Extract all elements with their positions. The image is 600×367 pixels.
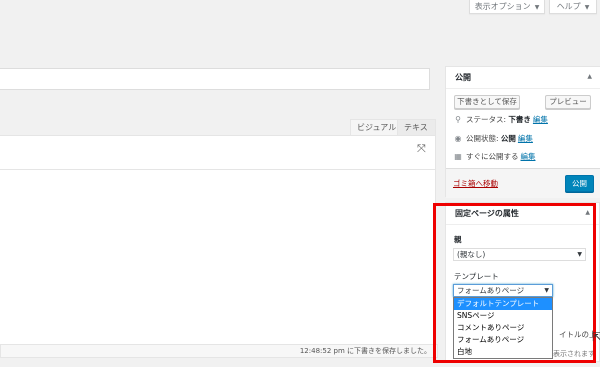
publish-actions: ゴミ箱へ移動 公開 [446,168,600,198]
status-row: ⚲ ステータス: 下書き 編集 [453,114,548,125]
pin-icon: ⚲ [455,115,461,124]
editor-tabs: ビジュアル テキスト [0,119,436,147]
help-button[interactable]: ヘルプ ▼ [549,0,597,14]
status-label: ステータス: [466,115,507,124]
content-editor[interactable]: ⤧ [0,135,436,357]
publish-box-title: 公開 [455,73,471,82]
eye-icon: ◉ [454,134,462,143]
highlight-frame [433,203,596,363]
status-edit-link[interactable]: 編集 [533,115,548,124]
schedule-label: すぐに公開する [466,152,519,161]
preview-button[interactable]: プレビュー [545,95,591,109]
schedule-row: ▦ すぐに公開する 編集 [453,151,536,162]
publish-box: 公開 ▲ 下書きとして保存 プレビュー ⚲ ステータス: 下書き 編集 ◉ 公開状態:… [445,66,600,198]
autosave-status: 12:48:52 pm に下書きを保存しました。 [0,344,438,358]
publish-box-header[interactable]: 公開 ▲ [446,67,600,89]
trash-link[interactable]: ゴミ箱へ移動 [453,178,498,189]
caret-down-icon: ▼ [534,4,540,11]
visibility-label: 公開状態: [466,134,499,143]
autosave-status-text: 12:48:52 pm に下書きを保存しました。 [299,347,431,355]
schedule-edit-link[interactable]: 編集 [521,152,536,161]
title-input[interactable] [0,68,430,90]
status-value: 下書き [508,115,531,124]
fullscreen-icon[interactable]: ⤧ [417,143,429,155]
editor-toolbar: ⤧ [0,136,435,170]
publish-button[interactable]: 公開 [565,175,594,192]
calendar-icon: ▦ [454,152,462,161]
caret-down-icon: ▼ [584,4,590,11]
screen-options-button[interactable]: 表示オプション ▼ [469,0,545,14]
tab-visual[interactable]: ビジュアル [350,119,404,135]
tab-text[interactable]: テキスト [397,119,436,147]
visibility-value: 公開 [500,134,516,143]
help-label: ヘルプ [556,2,581,11]
mouse-cursor-icon: ⇱ [592,330,600,344]
screen-options-label: 表示オプション [474,2,531,11]
visibility-edit-link[interactable]: 編集 [518,134,533,143]
caret-up-icon[interactable]: ▲ [587,73,592,80]
save-draft-button[interactable]: 下書きとして保存 [454,95,520,109]
visibility-row: ◉ 公開状態: 公開 編集 [453,133,533,144]
